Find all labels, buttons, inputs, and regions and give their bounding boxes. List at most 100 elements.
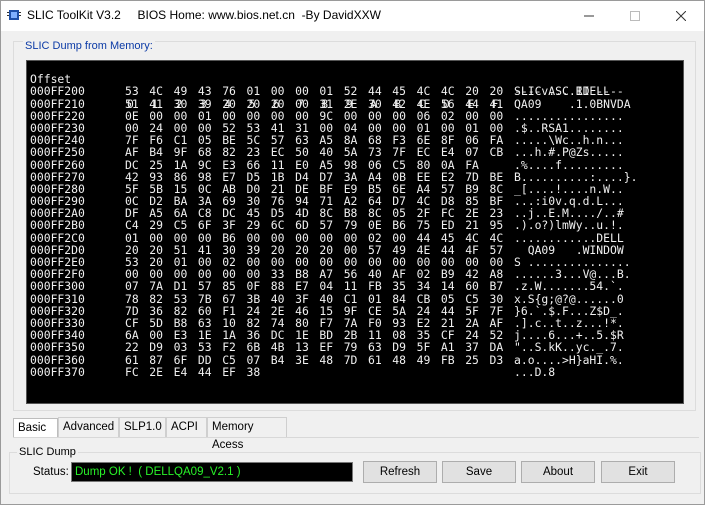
row-ascii: .).o?)lmWy..u.!. — [514, 218, 624, 233]
row-ascii: ...D.8 — [514, 364, 556, 379]
hex-byte: 03 — [173, 340, 188, 355]
hex-byte: C5 — [392, 157, 407, 172]
hex-byte: B4 — [149, 145, 164, 160]
hex-byte: 44 — [465, 96, 479, 111]
row-ascii: x.S{g;@?@......0 — [514, 291, 624, 306]
hex-byte: 25 — [465, 352, 479, 367]
tab-acpi[interactable]: ACPI — [166, 417, 207, 437]
hex-byte: 3E — [295, 352, 309, 367]
hex-byte: 00 — [173, 230, 188, 245]
hex-byte: 60 — [465, 279, 479, 294]
hex-byte: CB — [416, 291, 431, 306]
hex-byte: 00 — [319, 230, 334, 245]
slic-dump-group: SLIC Dump from Memory: Offset ---- ASC I… — [13, 39, 696, 411]
hex-byte: DA — [489, 340, 504, 355]
hex-byte: 63 — [368, 340, 382, 355]
hex-byte: 80 — [416, 157, 431, 172]
hex-byte: FB — [440, 352, 455, 367]
hex-byte: DD — [197, 352, 212, 367]
hex-byte: 50 — [295, 145, 309, 160]
refresh-button[interactable]: Refresh — [363, 461, 437, 483]
hex-byte: B6 — [392, 218, 407, 233]
row-ascii: QA09 .1.0BNVDA — [514, 96, 631, 111]
hex-byte: 79 — [343, 218, 358, 233]
hex-byte: 67 — [222, 291, 236, 306]
hex-byte: 01 — [125, 230, 139, 245]
hex-byte: DC — [125, 157, 139, 172]
hex-byte: 56 — [440, 96, 455, 111]
row-ascii: SLICv....RDELL — [514, 84, 611, 99]
row-offset: 000FF310 — [30, 291, 85, 306]
status-field: Dump OK ! ( DELLQA09_V2.1 ) — [71, 462, 353, 482]
hex-byte: 76 — [222, 84, 236, 99]
minimize-button[interactable] — [566, 1, 612, 30]
hex-byte: 07 — [465, 145, 479, 160]
hex-byte: 52 — [343, 84, 358, 99]
hex-byte: 0F — [246, 279, 261, 294]
hex-byte: 43 — [197, 84, 212, 99]
hex-byte: EF — [319, 340, 334, 355]
hex-row: 000FF310 78 82 53 7B 67 3B 40 3F 40 C1 01 84 CB 05 C5 30… — [27, 291, 683, 306]
hex-byte: F2 — [222, 340, 236, 355]
tab-slp1-0[interactable]: SLP1.0 — [119, 417, 166, 437]
hex-byte: 45 — [392, 84, 407, 99]
close-button[interactable] — [658, 1, 704, 30]
hex-byte: E0 — [295, 157, 309, 172]
hex-byte: C5 — [222, 352, 236, 367]
row-offset: 000FF370 — [30, 364, 85, 379]
hex-byte: 95 — [489, 218, 504, 233]
hex-byte: A5 — [319, 157, 334, 172]
hex-byte: 44 — [197, 364, 212, 379]
hex-dump-view[interactable]: Offset ---- ASC II ---- 0123456789ABCDEF… — [26, 60, 684, 404]
hex-byte: 75 — [416, 218, 431, 233]
about-button[interactable]: About — [521, 461, 595, 483]
hex-byte: 07 — [246, 352, 261, 367]
hex-row: 000FF250 AF B4 9F 68 82 23 EC 50 40 5A 73 7F EC E4 07 CB… — [27, 146, 683, 158]
hex-byte: 00 — [392, 230, 407, 245]
hex-byte: 23 — [246, 145, 261, 160]
hex-byte: 37 — [465, 340, 479, 355]
hex-row: 000FF2B0 C4 29 C5 6F 3F 29 6C 6D 57 79 0E B6 75 ED 21 95… — [27, 219, 683, 231]
hex-byte: 31 — [319, 96, 334, 111]
row-offset: 000FF2C0 — [30, 230, 85, 245]
hex-byte: 61 — [368, 352, 382, 367]
hex-row: 000FF210 51 41 30 39 20 20 20 00 31 2E 30 42 4E 56 44 41… — [27, 96, 683, 111]
hex-byte: 4E — [416, 96, 431, 111]
title-bar[interactable]: SLIC ToolKit V3.2 BIOS Home: www.bios.ne… — [1, 1, 704, 31]
tab-advanced[interactable]: Advanced — [58, 417, 119, 437]
save-button[interactable]: Save — [442, 461, 516, 483]
hex-byte: 7B — [197, 291, 212, 306]
hex-byte: 22 — [125, 340, 139, 355]
hex-byte: 7A — [149, 279, 164, 294]
hex-byte: 49 — [173, 84, 188, 99]
hex-byte: 6F — [173, 352, 188, 367]
hex-byte: EC — [270, 145, 285, 160]
hex-byte: 34 — [416, 279, 431, 294]
row-ascii: .%....f......... — [514, 157, 624, 172]
hex-byte: 73 — [368, 145, 382, 160]
tab-memory-acess[interactable]: Memory Acess — [207, 417, 287, 451]
hex-byte: 41 — [149, 96, 164, 111]
hex-byte: 35 — [392, 279, 407, 294]
tab-basic[interactable]: Basic — [13, 418, 58, 438]
row-offset: 000FF300 — [30, 279, 85, 294]
hex-byte: 00 — [197, 230, 212, 245]
hex-byte: 87 — [149, 352, 164, 367]
hex-byte: D9 — [149, 340, 164, 355]
row-offset: 000FF260 — [30, 157, 85, 172]
hex-byte: 3F — [222, 218, 236, 233]
maximize-button[interactable] — [612, 1, 658, 30]
hex-byte: 57 — [197, 279, 212, 294]
hex-byte: 40 — [270, 291, 285, 306]
hex-byte: 00 — [270, 230, 285, 245]
hex-byte: 45 — [440, 230, 455, 245]
hex-byte: D1 — [173, 279, 188, 294]
hex-byte: 06 — [368, 157, 382, 172]
hex-row: 000FF200 53 4C 49 43 76 01 00 00 01 52 44 45 4C 4C 20 20… — [27, 85, 683, 97]
hex-byte: 42 — [392, 96, 407, 111]
hex-byte: 88 — [270, 279, 285, 294]
exit-button[interactable]: Exit — [601, 461, 675, 483]
hex-byte: 41 — [489, 96, 504, 111]
hex-byte: 49 — [416, 352, 431, 367]
hex-byte: 29 — [149, 218, 164, 233]
